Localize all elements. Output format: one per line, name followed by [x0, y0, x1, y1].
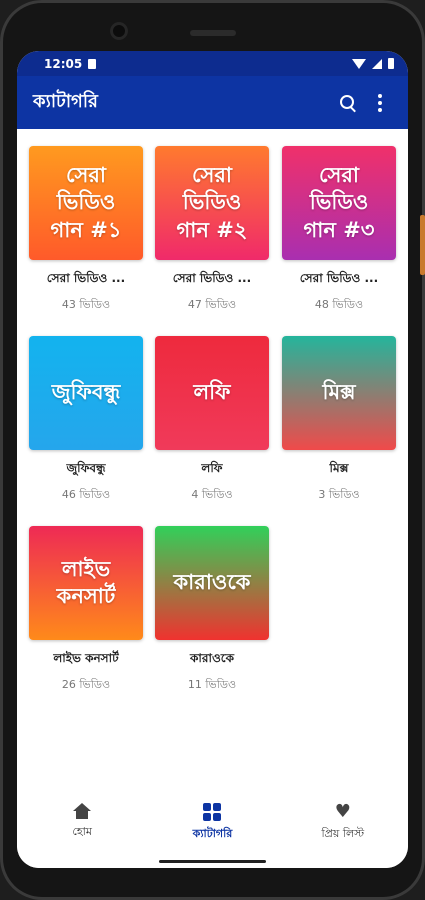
category-title: মিক্স [329, 461, 349, 475]
more-vertical-icon [378, 93, 382, 112]
search-button[interactable] [332, 87, 364, 119]
category-thumbnail: কারাওকে [155, 526, 269, 640]
category-title: লফি [201, 461, 223, 475]
category-title: সেরা ভিডিও ... [172, 271, 252, 285]
earpiece-speaker [190, 30, 236, 36]
category-video-count: 3 ভিডিও [318, 488, 360, 501]
category-thumbnail: সেরা ভিডিও গান #৩ [282, 146, 396, 260]
status-bar: 12:05 [17, 51, 408, 76]
grid-icon [203, 803, 222, 821]
front-camera [110, 22, 128, 40]
category-title: সেরা ভিডিও ... [299, 271, 379, 285]
overflow-menu-button[interactable] [364, 87, 396, 119]
app-bar: ক্যাটাগরি [17, 76, 408, 129]
category-video-count: 48 ভিডিও [314, 298, 364, 311]
category-video-count: 4 ভিডিও [191, 488, 233, 501]
cellular-signal-icon [372, 58, 382, 69]
nav-favorites[interactable]: ♥ প্রিয় লিস্ট [278, 793, 408, 868]
phone-frame: 12:05 ক্যাটাগরি সেরা ভিডিও গান #১ সেরা ভ… [0, 0, 425, 900]
category-card[interactable]: সেরা ভিডিও গান #২ সেরা ভিডিও ... 47 ভিডি… [155, 146, 269, 315]
category-video-count: 46 ভিডিও [61, 488, 111, 501]
category-thumbnail: মিক্স [282, 336, 396, 450]
status-icons [352, 58, 394, 69]
category-card[interactable]: কারাওকে কারাওকে 11 ভিডিও [155, 526, 269, 695]
category-thumbnail: সেরা ভিডিও গান #১ [29, 146, 143, 260]
category-thumbnail: লফি [155, 336, 269, 450]
category-card[interactable]: লফি লফি 4 ভিডিও [155, 336, 269, 505]
wifi-icon [352, 58, 366, 69]
heart-icon: ♥ [334, 801, 351, 822]
category-video-count: 47 ভিডিও [187, 298, 237, 311]
category-title: জুফিবন্ধু [66, 461, 106, 475]
bottom-navigation: হোম ক্যাটাগরি ♥ প্রিয় লিস্ট [17, 793, 408, 868]
side-button [420, 215, 425, 275]
category-thumbnail: সেরা ভিডিও গান #২ [155, 146, 269, 260]
category-title: সেরা ভিডিও ... [46, 271, 126, 285]
home-icon [73, 803, 92, 819]
page-title: ক্যাটাগরি [33, 91, 98, 112]
category-grid: সেরা ভিডিও গান #১ সেরা ভিডিও ... 43 ভিডি… [17, 129, 408, 779]
nav-home[interactable]: হোম [17, 793, 147, 868]
category-card[interactable]: লাইভ কনসার্ট লাইভ কনসার্ট 26 ভিডিও [29, 526, 143, 695]
battery-icon [388, 58, 394, 69]
screen: 12:05 ক্যাটাগরি সেরা ভিডিও গান #১ সেরা ভ… [17, 51, 408, 868]
category-video-count: 11 ভিডিও [187, 678, 237, 691]
category-card[interactable]: সেরা ভিডিও গান #১ সেরা ভিডিও ... 43 ভিডি… [29, 146, 143, 315]
gesture-handle[interactable] [159, 860, 266, 863]
category-video-count: 26 ভিডিও [61, 678, 111, 691]
category-thumbnail: লাইভ কনসার্ট [29, 526, 143, 640]
category-card[interactable]: মিক্স মিক্স 3 ভিডিও [282, 336, 396, 505]
category-video-count: 43 ভিডিও [61, 298, 111, 311]
category-thumbnail: জুফিবন্ধু [29, 336, 143, 450]
nav-favorites-label: প্রিয় লিস্ট [321, 827, 365, 840]
status-time: 12:05 [44, 56, 83, 71]
category-card[interactable]: জুফিবন্ধু জুফিবন্ধু 46 ভিডিও [29, 336, 143, 505]
sim-card-icon [88, 58, 97, 69]
category-card[interactable]: সেরা ভিডিও গান #৩ সেরা ভিডিও ... 48 ভিডি… [282, 146, 396, 315]
nav-home-label: হোম [72, 825, 92, 838]
search-icon [340, 94, 356, 112]
category-title: লাইভ কনসার্ট [53, 651, 119, 665]
nav-category[interactable]: ক্যাটাগরি [147, 793, 277, 868]
category-title: কারাওকে [189, 651, 234, 665]
nav-category-label: ক্যাটাগরি [192, 827, 233, 840]
